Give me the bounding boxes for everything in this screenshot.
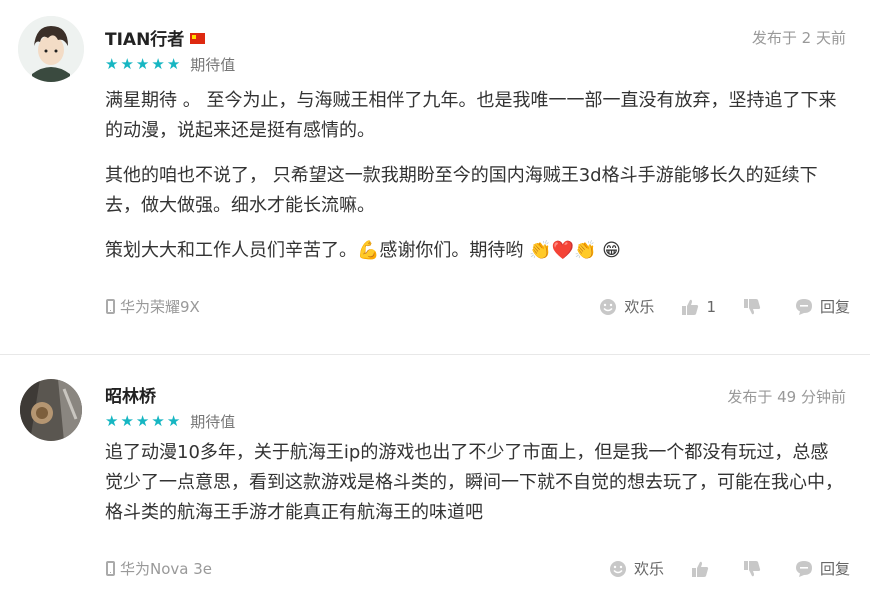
thumbs-down-icon (743, 560, 761, 576)
reply-label: 回复 (819, 298, 850, 316)
phone-icon (106, 299, 115, 314)
reply-button[interactable]: 回复 (794, 558, 850, 579)
rating: ★ ★ ★ ★ ★ 期待值 (105, 411, 235, 432)
dislike-button[interactable] (742, 559, 768, 579)
fun-label: 欢乐 (624, 298, 655, 316)
phone-icon (106, 561, 115, 576)
review-paragraph: 追了动漫10多年，关于航海王ip的游戏也出了不少了市面上，但是我一个都没有玩过，… (105, 442, 843, 523)
like-count: 1 (706, 297, 716, 316)
star-icon: ★ (105, 412, 119, 430)
china-flag-icon (190, 32, 206, 44)
star-icon: ★ (120, 412, 134, 430)
dislike-button[interactable] (742, 297, 768, 317)
device-info: 华为荣耀9X (106, 296, 200, 317)
avatar-image (18, 16, 84, 82)
review-actions: 欢乐 回复 (582, 558, 850, 579)
username[interactable]: 昭林桥 (105, 382, 156, 407)
comment-icon (795, 298, 812, 315)
review-content: 满星期待 。 至今为止，与海贼王相伴了九年。也是我唯一一部一直没有放弃，坚持追了… (105, 86, 845, 281)
review-content: 追了动漫10多年，关于航海王ip的游戏也出了不少了市面上，但是我一个都没有玩过，… (105, 438, 845, 528)
post-time: 发布于 49 分钟前 (727, 388, 846, 406)
rating: ★ ★ ★ ★ ★ 期待值 (105, 54, 235, 75)
star-icon: ★ (166, 412, 181, 430)
review-paragraph: 满星期待 。 至今为止，与海贼王相伴了九年。也是我唯一一部一直没有放弃，坚持追了… (105, 90, 837, 141)
username-text[interactable]: TIAN行者 (105, 30, 184, 50)
rating-label: 期待值 (190, 413, 236, 431)
review-paragraph: 其他的咱也不说了， 只希望这一款我期盼至今的国内海贼王3d格斗手游能够长久的延续… (105, 165, 818, 216)
star-icon: ★ (151, 412, 165, 430)
rating-label: 期待值 (190, 56, 236, 74)
review-paragraph: 策划大大和工作人员们辛苦了。💪感谢你们。期待哟 👏❤️👏 😁 (105, 240, 621, 261)
username-text[interactable]: 昭林桥 (105, 387, 156, 407)
smiley-icon (609, 560, 626, 577)
avatar-image (20, 379, 82, 441)
fun-button[interactable]: 欢乐 (608, 558, 664, 579)
fun-label: 欢乐 (633, 560, 664, 578)
thumbs-down-icon (743, 298, 761, 314)
star-icon: ★ (135, 55, 150, 73)
like-button[interactable]: 1 (680, 297, 716, 317)
comment-icon (795, 560, 812, 577)
post-time: 发布于 2 天前 (751, 29, 846, 47)
star-icon: ★ (120, 55, 134, 73)
star-icon: ★ (105, 55, 119, 73)
star-rating: ★ ★ ★ ★ ★ (105, 57, 180, 72)
avatar[interactable] (18, 16, 84, 82)
username[interactable]: TIAN行者 (105, 25, 206, 50)
star-icon: ★ (135, 412, 150, 430)
review-card: TIAN行者 发布于 2 天前 ★ ★ ★ ★ ★ 期待值 满星期待 。 至今为… (0, 0, 870, 355)
reply-button[interactable]: 回复 (794, 296, 850, 317)
star-icon: ★ (151, 55, 165, 73)
like-button[interactable] (690, 559, 716, 579)
thumbs-up-icon (682, 299, 699, 315)
device-info: 华为Nova 3e (106, 558, 212, 579)
review-actions: 欢乐 1 回复 (572, 296, 850, 317)
fun-button[interactable]: 欢乐 (598, 296, 654, 317)
device-name: 华为荣耀9X (120, 298, 200, 316)
star-rating: ★ ★ ★ ★ ★ (105, 414, 180, 429)
smiley-icon (600, 298, 617, 315)
reply-label: 回复 (819, 560, 850, 578)
device-name: 华为Nova 3e (120, 560, 213, 578)
star-icon: ★ (166, 55, 181, 73)
thumbs-up-icon (691, 561, 709, 577)
avatar[interactable] (20, 379, 82, 441)
review-card: 昭林桥 发布于 49 分钟前 ★ ★ ★ ★ ★ 期待值 追了动漫10多年，关于… (0, 355, 870, 598)
